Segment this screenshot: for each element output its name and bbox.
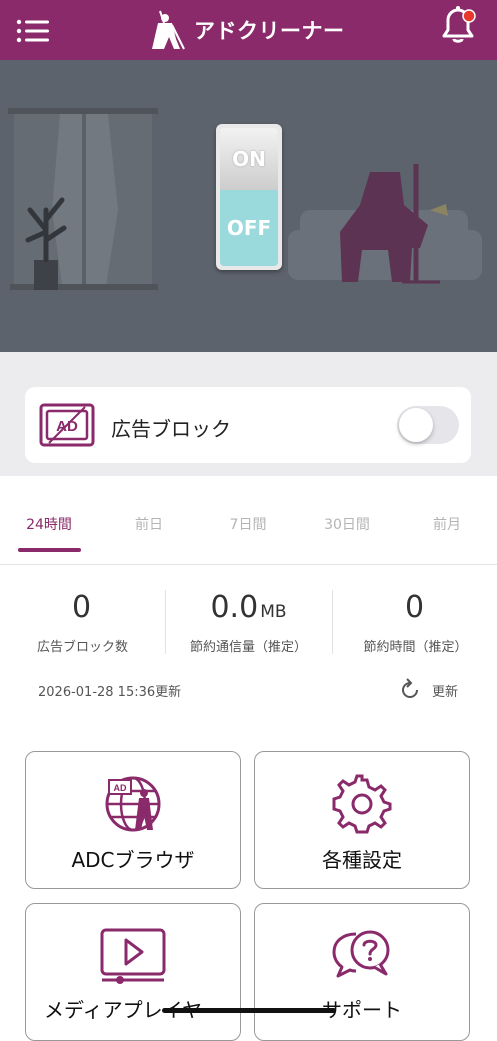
stat-unit: MB [260, 602, 287, 622]
stat-blocked-ads: 0 広告ブロック数 [0, 590, 165, 655]
stat-data-saved: 0.0 MB 節約通信量（推定） [166, 590, 331, 655]
support-button[interactable]: サポート [254, 903, 470, 1041]
settings-button[interactable]: 各種設定 [254, 751, 470, 889]
gear-icon [332, 774, 392, 834]
home-indicator[interactable] [162, 1008, 336, 1013]
tab-previous-month[interactable]: 前月 [402, 514, 492, 534]
card-label: ADCブラウザ [71, 848, 195, 872]
ad-block-icon: AD [39, 403, 95, 447]
card-label: 各種設定 [322, 848, 402, 872]
period-tabs: 24時間 前日 7日間 30日間 前月 [0, 476, 497, 565]
active-tab-indicator [18, 548, 81, 552]
stat-value: 0 [71, 590, 92, 625]
svg-text:AD: AD [114, 783, 127, 793]
adblock-toggle[interactable] [397, 406, 459, 444]
adblock-card: AD 広告ブロック [25, 387, 471, 463]
stat-time-saved: 0 節約時間（推定） [333, 590, 497, 655]
stat-label: 広告ブロック数 [36, 640, 128, 655]
app-title: アドクリーナー [194, 19, 345, 43]
support-chat-icon [332, 930, 390, 978]
stat-value: 0 [404, 590, 425, 625]
stat-label: 節約時間（推定） [363, 640, 468, 655]
tab-30days[interactable]: 30日間 [302, 514, 392, 534]
cleaner-figure-icon [152, 10, 185, 50]
media-player-button[interactable]: メディアプレイヤー [25, 903, 241, 1041]
refresh-icon [402, 678, 418, 698]
refresh-label: 更新 [432, 684, 459, 700]
toggle-knob [399, 408, 433, 442]
stat-label: 節約通信量（推定） [189, 640, 307, 655]
adblock-label: 広告ブロック [111, 417, 231, 441]
hero-illustration: ON OFF [0, 60, 497, 352]
switch-off-label: OFF [220, 190, 278, 266]
tab-7days[interactable]: 7日間 [203, 514, 293, 534]
app-logo: アドクリーナー [150, 8, 345, 52]
media-player-icon [100, 928, 166, 984]
globe-browser-icon: AD [105, 776, 161, 832]
hamburger-menu-icon[interactable] [16, 18, 50, 44]
refresh-button[interactable]: 更新 [398, 678, 458, 702]
app-header: アドクリーナー [0, 0, 497, 60]
notification-bell-icon[interactable] [438, 4, 478, 46]
tab-previous-day[interactable]: 前日 [104, 514, 194, 534]
stat-value: 0.0 [210, 590, 259, 625]
adc-browser-button[interactable]: AD ADCブラウザ [25, 751, 241, 889]
adblock-section: AD 広告ブロック [0, 352, 497, 476]
power-switch[interactable]: ON OFF [216, 124, 282, 270]
tab-24h[interactable]: 24時間 [4, 514, 94, 534]
last-updated-timestamp: 2026-01-28 15:36更新 [38, 685, 182, 700]
switch-on-label: ON [220, 128, 278, 190]
